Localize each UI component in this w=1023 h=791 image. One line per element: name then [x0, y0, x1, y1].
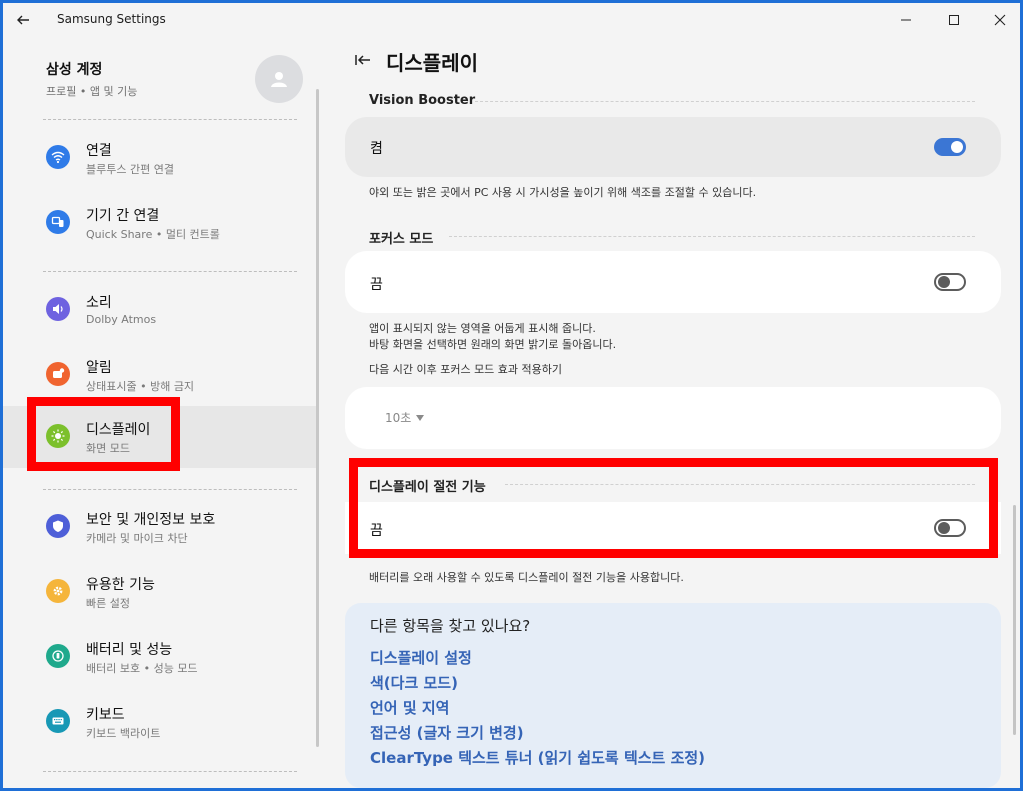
sidebar-item-security[interactable]: 보안 및 개인정보 보호 카메라 및 마이크 차단: [3, 496, 317, 558]
sidebar-item-display[interactable]: 디스플레이 화면 모드: [3, 406, 317, 468]
divider: [43, 771, 297, 772]
related-links-title: 다른 항목을 찾고 있나요?: [370, 617, 531, 635]
vision-booster-label: 켬: [370, 141, 383, 157]
brightness-icon: [46, 424, 70, 448]
gear-icon: [46, 579, 70, 603]
section-divider: [475, 101, 975, 102]
power-saving-toggle[interactable]: [934, 519, 966, 537]
sidebar-item-label: 키보드: [86, 707, 125, 723]
link-accessibility[interactable]: 접근성 (글자 크기 변경): [370, 722, 524, 743]
sidebar-item-sub: Dolby Atmos: [86, 313, 157, 326]
divider: [43, 119, 297, 120]
focus-delay-dropdown[interactable]: 10초: [385, 409, 425, 426]
power-saving-row[interactable]: 끔: [345, 502, 1001, 554]
avatar[interactable]: [255, 55, 303, 103]
title-bar: Samsung Settings: [3, 3, 1020, 37]
sidebar-scrollbar[interactable]: [316, 89, 319, 747]
sidebar-item-sub: 배터리 보호 • 성능 모드: [86, 662, 198, 675]
link-dark-mode[interactable]: 색(다크 모드): [370, 672, 458, 693]
wifi-icon: [46, 145, 70, 169]
sidebar-item-label: 유용한 기능: [86, 577, 155, 593]
sidebar-item-sub: 카메라 및 마이크 차단: [86, 532, 188, 545]
keyboard-icon: [46, 709, 70, 733]
sidebar-item-sub: 블루투스 간편 연결: [86, 163, 174, 176]
sidebar-item-label: 보안 및 개인정보 보호: [86, 512, 216, 528]
sidebar-item-keyboard[interactable]: 키보드 키보드 백라이트: [3, 691, 317, 753]
devices-icon: [46, 210, 70, 234]
sidebar-item-sub: 빠른 설정: [86, 597, 130, 610]
back-arrow-icon[interactable]: [13, 10, 33, 30]
focus-mode-description-2: 바탕 화면을 선택하면 원래의 화면 밝기로 돌아옵니다.: [369, 338, 617, 351]
divider: [43, 489, 297, 490]
account-sub: 프로필 • 앱 및 기능: [46, 85, 138, 98]
sidebar-item-label: 기기 간 연결: [86, 208, 160, 224]
focus-mode-row[interactable]: 끔: [345, 251, 1001, 313]
section-divider: [505, 484, 975, 485]
vision-booster-description: 야외 또는 밝은 곳에서 PC 사용 시 가시성을 높이기 위해 색조를 조절할…: [369, 186, 757, 199]
speaker-icon: [46, 297, 70, 321]
focus-mode-delay-row: 10초: [345, 387, 1001, 449]
section-header-vision-booster: Vision Booster: [369, 93, 476, 108]
focus-mode-toggle[interactable]: [934, 273, 966, 291]
related-links-card: 다른 항목을 찾고 있나요? 디스플레이 설정 색(다크 모드) 언어 및 지역…: [345, 603, 1001, 788]
focus-mode-label: 끔: [370, 277, 383, 293]
back-icon[interactable]: [353, 50, 373, 70]
divider: [43, 271, 297, 272]
vision-booster-toggle[interactable]: [934, 138, 966, 156]
link-cleartype[interactable]: ClearType 텍스트 튜너 (읽기 쉽도록 텍스트 조정): [370, 747, 705, 768]
vision-booster-row[interactable]: 켬: [345, 117, 1001, 177]
battery-icon: [46, 644, 70, 668]
link-language-region[interactable]: 언어 및 지역: [370, 697, 449, 718]
main-content: 디스플레이 Vision Booster 켬 야외 또는 밝은 곳에서 PC 사…: [323, 37, 1020, 788]
person-icon: [271, 72, 287, 87]
account-profile[interactable]: 삼성 계정 프로필 • 앱 및 기능: [46, 59, 137, 99]
sidebar-item-label: 연결: [86, 143, 112, 159]
power-saving-label: 끔: [370, 523, 383, 539]
section-divider: [449, 236, 975, 237]
sidebar-item-label: 알림: [86, 360, 112, 376]
sidebar-item-sub: 키보드 백라이트: [86, 727, 161, 740]
page-title: 디스플레이: [386, 51, 478, 75]
section-header-focus-mode: 포커스 모드: [369, 232, 434, 247]
sidebar-item-sub: 상태표시줄 • 방해 금지: [86, 380, 195, 393]
focus-delay-value: 10초: [385, 411, 412, 425]
main-scrollbar[interactable]: [1013, 505, 1016, 735]
section-header-power-saving: 디스플레이 절전 기능: [369, 480, 486, 495]
focus-mode-description-1: 앱이 표시되지 않는 영역을 어둡게 표시해 줍니다.: [369, 322, 596, 335]
focus-mode-delay-label: 다음 시간 이후 포커스 모드 효과 적용하기: [369, 363, 563, 376]
link-display-settings[interactable]: 디스플레이 설정: [370, 647, 472, 668]
sidebar-item-device-connection[interactable]: 기기 간 연결 Quick Share • 멀티 컨트롤: [3, 192, 317, 254]
sidebar-item-label: 소리: [86, 295, 112, 311]
power-saving-description: 배터리를 오래 사용할 수 있도록 디스플레이 절전 기능을 사용합니다.: [369, 571, 684, 584]
maximize-button[interactable]: [931, 3, 977, 37]
sidebar-item-label: 배터리 및 성능: [86, 642, 173, 658]
sidebar-item-useful-features[interactable]: 유용한 기능 빠른 설정: [3, 561, 317, 623]
window-title: Samsung Settings: [57, 12, 166, 26]
shield-icon: [46, 514, 70, 538]
sidebar-item-label: 디스플레이: [86, 422, 151, 438]
sidebar-item-sub: 화면 모드: [86, 442, 130, 455]
minimize-button[interactable]: [883, 3, 929, 37]
close-button[interactable]: [977, 3, 1020, 37]
sidebar-item-battery[interactable]: 배터리 및 성능 배터리 보호 • 성능 모드: [3, 626, 317, 688]
notification-icon: [46, 362, 70, 386]
chevron-down-icon: [416, 414, 425, 421]
sidebar-item-connections[interactable]: 연결 블루투스 간편 연결: [3, 127, 317, 189]
settings-window: Samsung Settings 삼성 계정 프로필 • 앱 및 기능 연결 블…: [3, 3, 1020, 788]
sidebar-item-sound[interactable]: 소리 Dolby Atmos: [3, 279, 317, 341]
account-name: 삼성 계정: [46, 62, 103, 78]
sidebar-item-sub: Quick Share • 멀티 컨트롤: [86, 228, 220, 241]
sidebar-item-notifications[interactable]: 알림 상태표시줄 • 방해 금지: [3, 344, 317, 406]
sidebar: 삼성 계정 프로필 • 앱 및 기능 연결 블루투스 간편 연결 기기 간 연결…: [3, 37, 321, 788]
